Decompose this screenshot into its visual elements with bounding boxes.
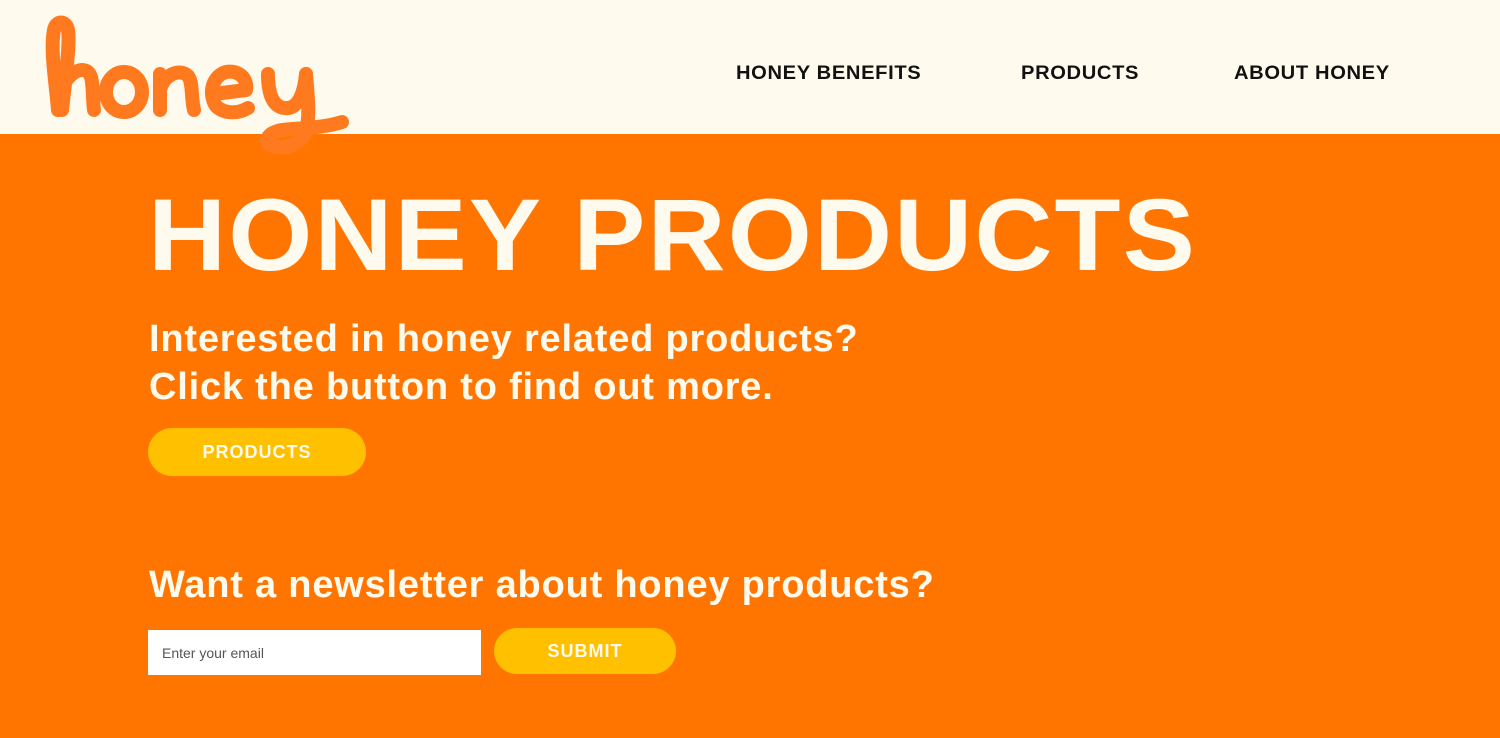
page: HONEY BENEFITS PRODUCTS ABOUT HONEY hone… [0, 0, 1500, 738]
email-input[interactable] [148, 630, 481, 675]
hero-subtitle-line-1: Interested in honey related products? [149, 318, 859, 360]
newsletter-title: Want a newsletter about honey products? [149, 564, 935, 606]
hero-subtitle-line-2: Click the button to find out more. [149, 366, 774, 408]
nav-item-honey-benefits[interactable]: HONEY BENEFITS [736, 63, 921, 85]
nav-item-products[interactable]: PRODUCTS [1021, 63, 1139, 85]
hero-title: HONEY PRODUCTS [148, 178, 1197, 292]
products-button[interactable]: PRODUCTS [148, 428, 366, 476]
submit-button[interactable]: SUBMIT [494, 628, 676, 674]
logo-icon [45, 15, 349, 155]
nav-item-about-honey[interactable]: ABOUT HONEY [1234, 63, 1390, 85]
honey-logo[interactable]: honey [36, 14, 356, 162]
hero-subtitle: Interested in honey related products? Cl… [149, 315, 859, 411]
